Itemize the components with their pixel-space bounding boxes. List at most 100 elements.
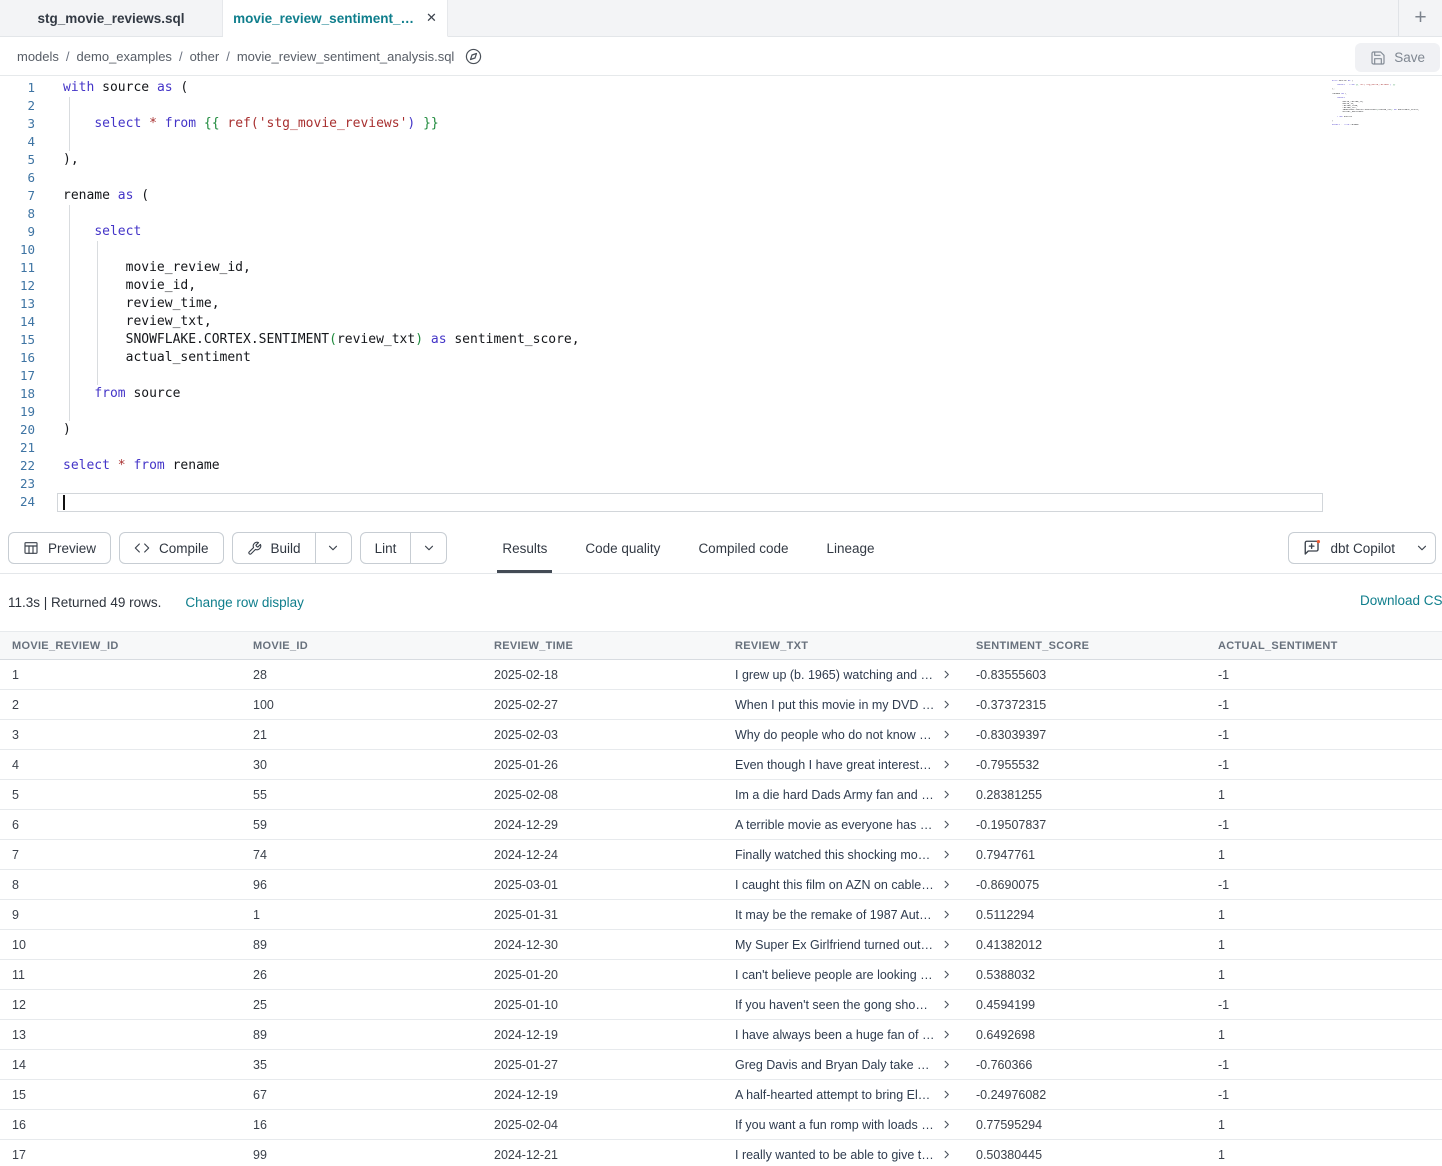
table-icon <box>23 540 39 556</box>
line-number: 22 <box>0 457 35 475</box>
expand-row-icon[interactable] <box>941 729 952 740</box>
cell-review-txt: When I put this movie in my DVD playe… <box>723 698 964 712</box>
expand-row-icon[interactable] <box>941 849 952 860</box>
cell-movie-review-id: 14 <box>0 1058 241 1072</box>
expand-row-icon[interactable] <box>941 909 952 920</box>
tab-compiled-code[interactable]: Compiled code <box>679 523 807 573</box>
tab-stg-movie-reviews[interactable]: stg_movie_reviews.sql <box>0 0 223 36</box>
cell-sentiment-score: -0.760366 <box>964 1058 1206 1072</box>
build-label: Build <box>271 541 301 556</box>
expand-row-icon[interactable] <box>941 1029 952 1040</box>
new-tab-button[interactable]: + <box>1398 0 1442 36</box>
cell-review-txt: A terrible movie as everyone has said. … <box>723 818 964 832</box>
expand-row-icon[interactable] <box>941 879 952 890</box>
table-row: 15672024-12-19A half-hearted attempt to … <box>0 1080 1442 1110</box>
cell-review-txt: Greg Davis and Bryan Daly take some … <box>723 1058 964 1072</box>
cell-movie-review-id: 4 <box>0 758 241 772</box>
cell-sentiment-score: -0.8690075 <box>964 878 1206 892</box>
compile-label: Compile <box>159 541 209 556</box>
expand-row-icon[interactable] <box>941 939 952 950</box>
copilot-chat-sparkle-icon <box>1303 539 1321 557</box>
table-row: 21002025-02-27When I put this movie in m… <box>0 690 1442 720</box>
cell-movie-id: 89 <box>241 1028 482 1042</box>
cell-review-txt: Even though I have great interest in Bi… <box>723 758 964 772</box>
build-button[interactable]: Build <box>232 532 352 564</box>
column-header-review-time: REVIEW_TIME <box>482 640 723 652</box>
table-row: 11262025-01-20I can't believe people are… <box>0 960 1442 990</box>
expand-row-icon[interactable] <box>941 1149 952 1160</box>
expand-row-icon[interactable] <box>941 819 952 830</box>
cell-sentiment-score: 0.41382012 <box>964 938 1206 952</box>
cell-review-txt: I can't believe people are looking for a… <box>723 968 964 982</box>
cell-sentiment-score: -0.83555603 <box>964 668 1206 682</box>
cell-movie-id: 89 <box>241 938 482 952</box>
editor-minimap[interactable]: with source as ( select * from {{ ref('s… <box>1332 80 1436 130</box>
expand-row-icon[interactable] <box>941 969 952 980</box>
table-row: 1282025-02-18I grew up (b. 1965) watchin… <box>0 660 1442 690</box>
line-number: 7 <box>0 187 35 205</box>
cell-movie-review-id: 5 <box>0 788 241 802</box>
close-tab-icon[interactable]: ✕ <box>426 10 437 26</box>
line-number: 15 <box>0 331 35 349</box>
cell-review-txt: My Super Ex Girlfriend turned out to b… <box>723 938 964 952</box>
text-cursor <box>63 495 65 510</box>
code-editor[interactable]: 1with source as (23 select * from {{ ref… <box>0 77 1442 523</box>
cell-review-txt: A half-hearted attempt to bring Elvis P… <box>723 1088 964 1102</box>
cell-review-time: 2024-12-21 <box>482 1148 723 1162</box>
table-row: 3212025-02-03Why do people who do not kn… <box>0 720 1442 750</box>
cell-actual-sentiment: -1 <box>1206 758 1442 772</box>
dbt-copilot-button[interactable]: dbt Copilot <box>1288 532 1436 564</box>
cell-movie-review-id: 6 <box>0 818 241 832</box>
cell-movie-review-id: 13 <box>0 1028 241 1042</box>
change-row-display-link[interactable]: Change row display <box>185 595 304 610</box>
line-number: 4 <box>0 133 35 151</box>
cell-review-txt: It may be the remake of 1987 Autumn'… <box>723 908 964 922</box>
expand-row-icon[interactable] <box>941 999 952 1010</box>
lint-button[interactable]: Lint <box>360 532 448 564</box>
table-row: 12252025-01-10If you haven't seen the go… <box>0 990 1442 1020</box>
cell-review-time: 2025-01-10 <box>482 998 723 1012</box>
expand-row-icon[interactable] <box>941 699 952 710</box>
code-lines: 1with source as (23 select * from {{ ref… <box>0 79 580 511</box>
line-number: 5 <box>0 151 35 169</box>
cell-review-time: 2025-02-08 <box>482 788 723 802</box>
tab-movie-review-sentiment-analysis[interactable]: movie_review_sentiment_… ✕ <box>223 0 448 37</box>
cell-review-time: 2025-01-20 <box>482 968 723 982</box>
expand-row-icon[interactable] <box>941 759 952 770</box>
expand-row-icon[interactable] <box>941 789 952 800</box>
save-label: Save <box>1394 50 1425 65</box>
expand-row-icon[interactable] <box>941 1119 952 1130</box>
line-number: 24 <box>0 493 35 511</box>
download-csv-link[interactable]: Download CSV <box>1360 593 1442 608</box>
cell-review-txt: I have always been a huge fan of "Hom… <box>723 1028 964 1042</box>
expand-row-icon[interactable] <box>941 1059 952 1070</box>
column-header-movie-id: MOVIE_ID <box>241 640 482 652</box>
breadcrumb-separator: / <box>226 49 230 64</box>
tab-label: stg_movie_reviews.sql <box>37 11 184 26</box>
expand-row-icon[interactable] <box>941 1089 952 1100</box>
cell-actual-sentiment: 1 <box>1206 1118 1442 1132</box>
cell-movie-review-id: 7 <box>0 848 241 862</box>
save-button[interactable]: Save <box>1355 43 1440 72</box>
cell-movie-id: 99 <box>241 1148 482 1162</box>
cell-movie-review-id: 8 <box>0 878 241 892</box>
tab-lineage[interactable]: Lineage <box>808 523 894 573</box>
cell-sentiment-score: -0.19507837 <box>964 818 1206 832</box>
tab-label: movie_review_sentiment_… <box>233 11 414 26</box>
line-number: 23 <box>0 475 35 493</box>
lint-dropdown-button[interactable] <box>410 533 446 563</box>
compass-icon[interactable] <box>465 48 482 65</box>
cell-movie-review-id: 12 <box>0 998 241 1012</box>
line-number: 18 <box>0 385 35 403</box>
results-table: MOVIE_REVIEW_ID MOVIE_ID REVIEW_TIME REV… <box>0 631 1442 1166</box>
build-dropdown-button[interactable] <box>315 533 351 563</box>
compile-button[interactable]: Compile <box>119 532 224 564</box>
expand-row-icon[interactable] <box>941 669 952 680</box>
preview-button[interactable]: Preview <box>8 532 111 564</box>
cell-review-txt: Why do people who do not know what… <box>723 728 964 742</box>
tab-results[interactable]: Results <box>483 523 566 573</box>
cell-movie-id: 74 <box>241 848 482 862</box>
copilot-dropdown-button[interactable] <box>1409 533 1435 563</box>
tab-code-quality[interactable]: Code quality <box>566 523 679 573</box>
cell-movie-id: 67 <box>241 1088 482 1102</box>
